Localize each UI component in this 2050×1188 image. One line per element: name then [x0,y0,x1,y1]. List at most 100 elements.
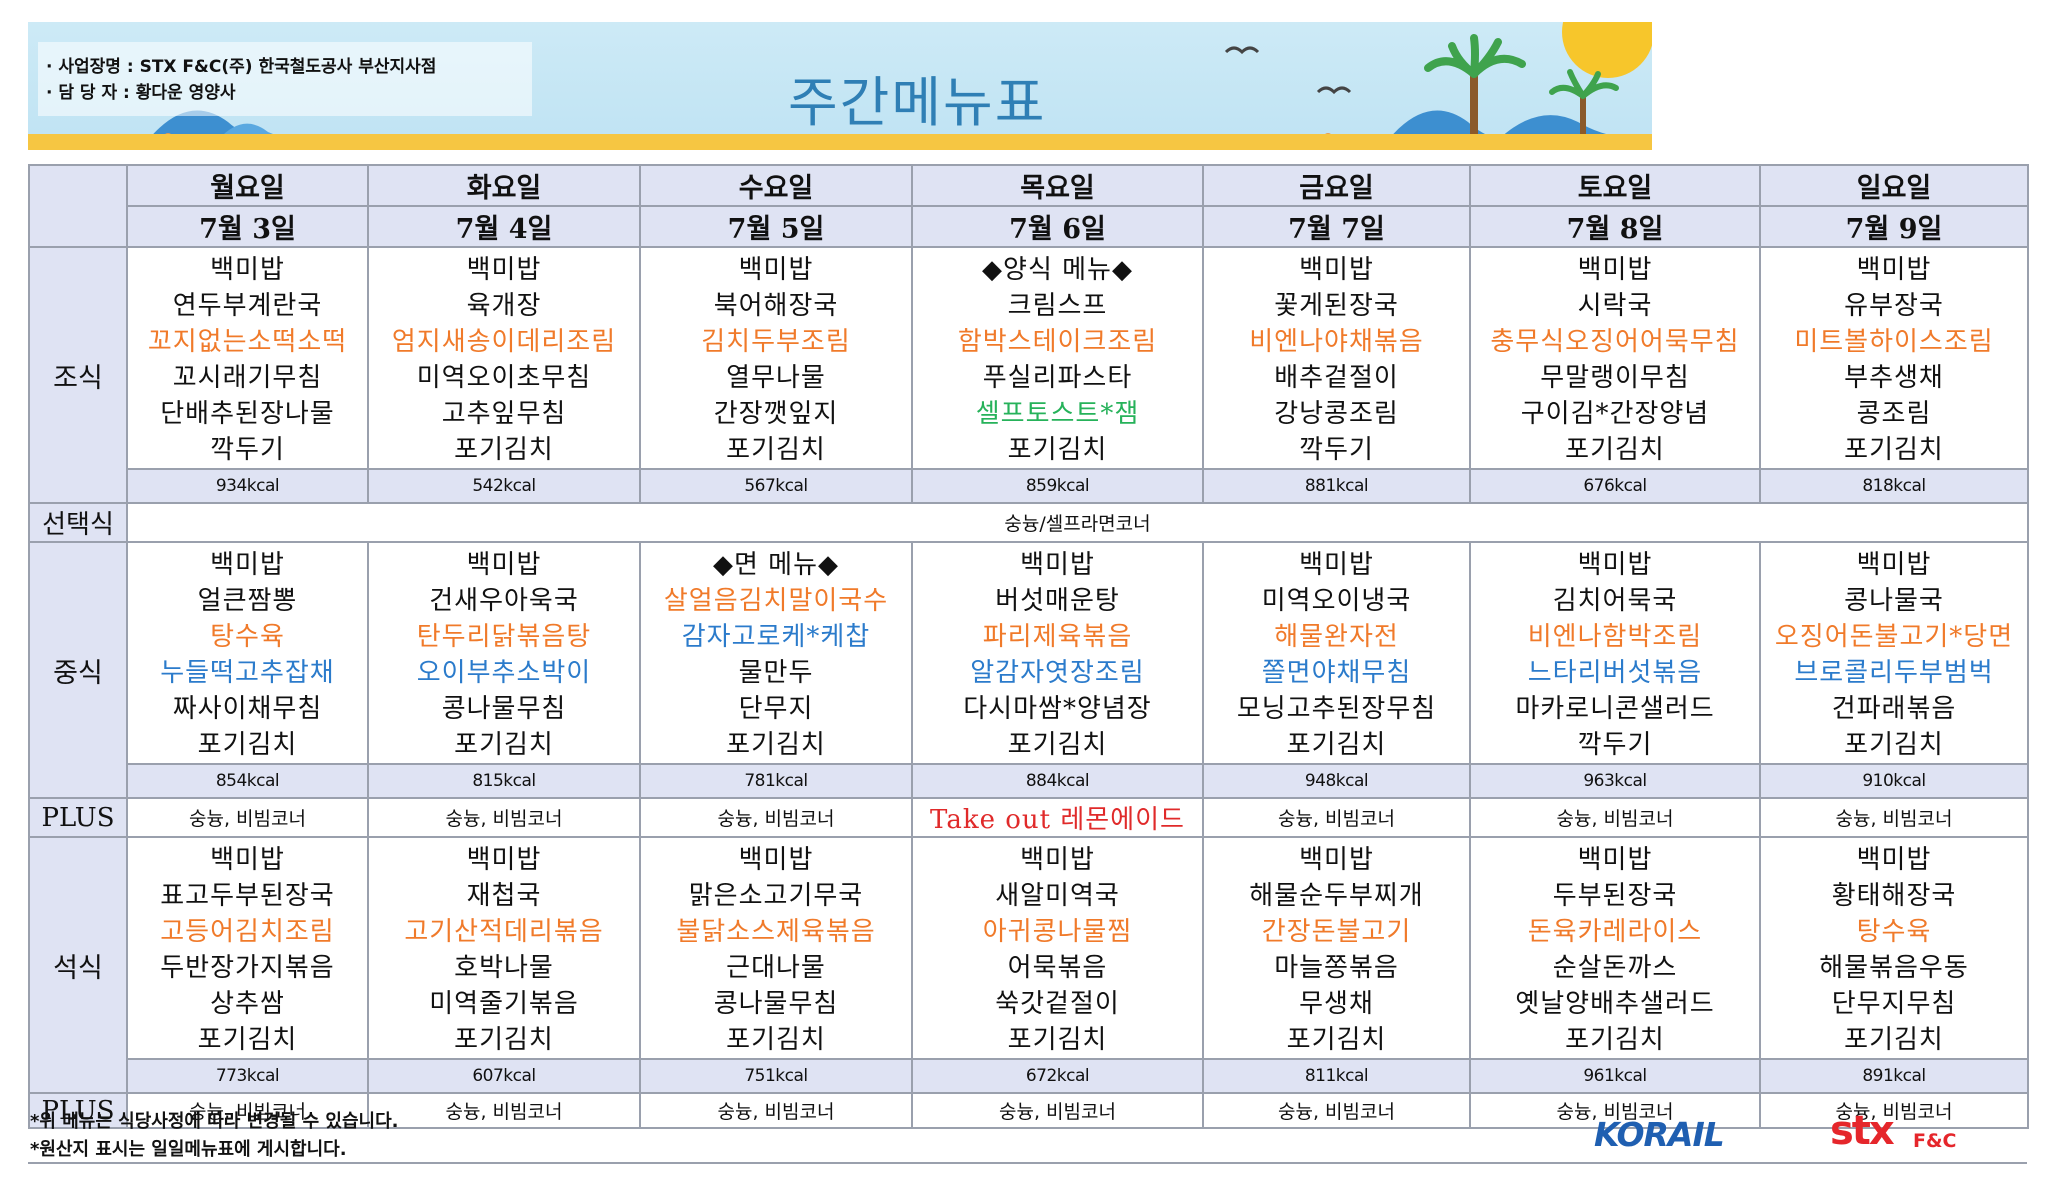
menu-item: 포기김치 [1007,435,1108,465]
plus-item: 숭늉, 비빔코너 [1759,1092,2029,1129]
lunch-menu-cell: 백미밥 버섯매운탕 파리제육볶음 알감자엿장조림 다시마쌈*양념장 포기김치 [911,541,1204,765]
menu-item: 포기김치 [1286,1025,1387,1055]
menu-item: 건파래볶음 [1831,694,1957,724]
menu-item: 콩나물무침 [713,989,839,1019]
menu-item: 콩나물무침 [441,694,567,724]
lunch-menu-cell: 백미밥 콩나물국 오징어돈불고기*당면 브로콜리두부범벅 건파래볶음 포기김치 [1759,541,2029,765]
day-name-row: 월요일 화요일 수요일 목요일 금요일 토요일 일요일 [28,164,2029,248]
menu-item: 해물순두부찌개 [1249,881,1424,911]
day-name: 수요일 [639,164,913,207]
menu-item: 포기김치 [197,1025,298,1055]
sun-icon [1562,22,1652,78]
day-name: 금요일 [1202,164,1471,207]
menu-item: 표고두부된장국 [160,881,335,911]
breakfast-menu-cell: ◆양식 메뉴◆ 크림스프 함박스테이크조림 푸실리파스타 셀프토스트*잼 포기김치 [911,246,1204,470]
lunch-menu-cell: ◆면 메뉴◆ 살얼음김치말이국수 감자고로케*케찹 물만두 단무지 포기김치 [639,541,913,765]
menu-item: 포기김치 [1844,1025,1944,1055]
plus-text: 숭늉, 비빔코너 [445,1101,563,1123]
menu-item: 해물볶음우동 [1819,953,1969,983]
calorie-value: 607kcal [367,1058,641,1094]
menu-item: ◆면 메뉴◆ [712,550,839,580]
seagull-icon [1316,86,1352,95]
day-date-row: 7월 3일 7월 4일 7월 5일 7월 6일 7월 7일 7월 8일 7월 9일 [29,205,2029,248]
menu-item: 건새우아욱국 [429,586,579,616]
menu-item: 물만두 [738,658,814,688]
menu-item: 근대나물 [726,953,826,983]
menu-item: 살얼음김치말이국수 [663,586,889,616]
footer-divider [28,1162,2027,1164]
lunch-plus-row: PLUS 숭늉, 비빔코너 숭늉, 비빔코너 숭늉, 비빔코너 Take out 레몬에… [28,797,2029,838]
menu-item: 백미밥 [738,255,814,285]
day-name: 목요일 [911,164,1204,207]
menu-item: 충무식오징어어묵무침 [1490,327,1740,357]
menu-item: ◆양식 메뉴◆ [982,255,1133,285]
menu-item: 어묵볶음 [1007,953,1108,983]
menu-item: 무생채 [1299,989,1374,1019]
day-name: 월요일 [126,164,369,207]
menu-item: 포기김치 [1286,730,1387,760]
menu-item: 꼬지없는소떡소떡 [147,327,348,357]
menu-item: 백미밥 [1856,255,1932,285]
calorie-value: 751kcal [639,1058,913,1094]
plus-item: 숭늉, 비빔코너 [639,1092,913,1129]
plus-item: 숭늉, 비빔코너 [367,797,641,838]
menu-item: 비엔나야채볶음 [1249,327,1424,357]
lunch-items-row: 중식 백미밥 얼큰짬뽕 탕수육 누들떡고추잡채 짜사이채무침 포기김치 백미밥 건새우아욱국 탄두… [28,541,2029,799]
menu-item: 엄지새송이데리조림 [391,327,617,357]
lunch-menu-cell: 백미밥 건새우아욱국 탄두리닭볶음탕 오이부추소박이 콩나물무침 포기김치 [367,541,641,765]
calorie-value: 891kcal [1759,1058,2029,1094]
menu-item: 해물완자전 [1274,622,1399,652]
menu-item: 단무지무침 [1831,989,1957,1019]
menu-item: 포기김치 [454,730,554,760]
menu-item: 쑥갓겉절이 [995,989,1120,1019]
business-name: · 사업장명 : STX F&C(주) 한국철도공사 부산지사점 [46,57,437,77]
menu-item: 브로콜리두부범벅 [1794,658,1994,688]
menu-item: 두반장가지볶음 [160,953,335,983]
menu-item: 포기김치 [454,1025,554,1055]
menu-item: 고등어김치조림 [160,917,335,947]
menu-item: 백미밥 [1020,845,1095,875]
menu-item: 단무지 [738,694,814,724]
menu-item: 누들떡고추잡채 [160,658,335,688]
menu-item: 푸실리파스타 [982,363,1133,393]
weekly-menu-table: 월요일 화요일 수요일 목요일 금요일 토요일 일요일 7월 3일 7월 4일 7월 5일 7월 6… [28,164,2029,1129]
menu-item: 부추생채 [1844,363,1944,393]
menu-item: 연두부계란국 [172,291,323,321]
calorie-value: 567kcal [639,468,913,504]
calorie-value: 811kcal [1202,1058,1471,1094]
menu-item: 김치어묵국 [1552,586,1678,616]
select-value: 숭늉/셀프라면코너 [126,502,2029,543]
plus-item: 숭늉, 비빔코너 [911,1092,1204,1129]
menu-item: 김치두부조림 [701,327,851,357]
menu-item: 짜사이채무침 [172,694,323,724]
breakfast-kcal-row: 934kcal 542kcal 567kcal 859kcal 881kcal 676kc… [29,468,2029,504]
menu-item: 꼬시래기무침 [172,363,323,393]
menu-item: 느타리버섯볶음 [1527,658,1703,688]
plus-item: 숭늉, 비빔코너 [639,797,913,838]
day-date: 7월 6일 [911,205,1204,248]
dinner-menu-cell: 백미밥 맑은소고기무국 불닭소스제육볶음 근대나물 콩나물무침 포기김치 [639,836,913,1060]
calorie-value: 910kcal [1759,763,2029,799]
menu-item: 콩나물국 [1844,586,1944,616]
menu-item: 셀프토스트*잼 [975,399,1140,429]
menu-item: 포기김치 [1565,1025,1665,1055]
menu-item: 포기김치 [197,730,298,760]
day-date: 7월 4일 [367,205,641,248]
plus-text: 숭늉, 비빔코너 [1278,808,1395,830]
menu-item: 육개장 [466,291,542,321]
menu-item: 백미밥 [1856,550,1932,580]
plus-text: 숭늉, 비빔코너 [445,808,563,830]
calorie-value: 934kcal [126,468,369,504]
menu-item: 아귀콩나물찜 [982,917,1133,947]
menu-item: 간장돈불고기 [1261,917,1412,947]
menu-item: 미트볼하이스조림 [1794,327,1994,357]
menu-item: 크림스프 [1007,291,1108,321]
menu-item: 백미밥 [210,255,285,285]
calorie-value: 961kcal [1469,1058,1761,1094]
day-date: 7월 3일 [126,205,369,248]
dinner-menu-cell: 백미밥 표고두부된장국 고등어김치조림 두반장가지볶음 상추쌈 포기김치 [126,836,369,1060]
calorie-value: 881kcal [1202,468,1471,504]
calorie-value: 884kcal [911,763,1204,799]
calorie-value: 542kcal [367,468,641,504]
menu-item: 탄두리닭볶음탕 [416,622,592,652]
